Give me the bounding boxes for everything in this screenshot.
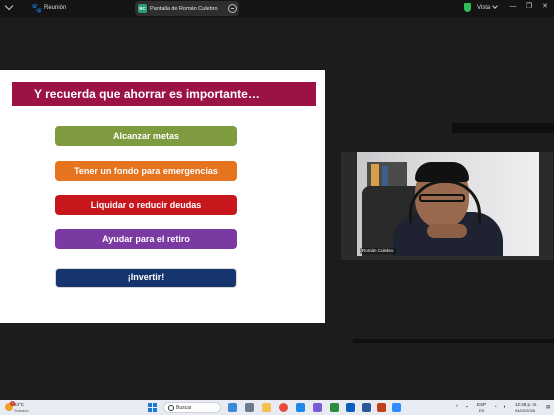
options-icon[interactable] [228, 4, 237, 13]
wifi-icon[interactable]: ◔ [494, 404, 497, 409]
meeting-title: Reunión [44, 5, 67, 11]
panel-divider [452, 123, 554, 133]
screen-share-indicator[interactable]: RC Pantalla de Román Culebro [135, 1, 239, 16]
paw-icon: 🐾 [31, 3, 43, 13]
video-book [371, 164, 379, 186]
slide-item-invertir: ¡Invertir! [55, 268, 237, 288]
slide-item-liquidar-deudas: Liquidar o reducir deudas [55, 195, 237, 215]
teams-icon[interactable] [313, 403, 322, 412]
word-icon[interactable] [362, 403, 371, 412]
screen-share-label: Pantalla de Román Culebro [150, 6, 218, 12]
language-indicator[interactable]: ESP [477, 402, 486, 407]
clock-date: 04/02/2026 [515, 408, 536, 413]
video-person-hair [415, 162, 469, 182]
shared-slide: Y recuerda que ahorrar es importante… Al… [0, 70, 325, 323]
language-sub: ES [479, 408, 485, 413]
weather-desc: Soleado [14, 408, 29, 413]
taskview-icon[interactable] [228, 403, 237, 412]
view-menu-label[interactable]: Vista [477, 4, 490, 12]
shield-icon[interactable] [464, 3, 471, 12]
whatsapp-icon[interactable] [330, 403, 339, 412]
widgets-icon[interactable] [245, 403, 254, 412]
edge-icon[interactable] [296, 403, 305, 412]
chevron-down-icon[interactable] [492, 3, 498, 9]
taskbar: 1 24°C Soleado Buscar ^ ▪ ESP ES ◔ ◖ 12:… [0, 400, 554, 415]
close-button[interactable]: ✕ [540, 2, 550, 12]
notifications-icon[interactable]: ▤ [546, 404, 550, 409]
chevron-up-icon[interactable]: ^ [456, 404, 458, 409]
slide-title: Y recuerda que ahorrar es importante… [12, 82, 316, 106]
slide-item-alcanzar-metas: Alcanzar metas [55, 126, 237, 146]
search-placeholder: Buscar [176, 405, 192, 411]
clock-time[interactable]: 12:48 p. m. [515, 402, 538, 407]
panel-divider [353, 339, 554, 343]
taskbar-search[interactable]: Buscar [163, 402, 221, 413]
powerpoint-icon[interactable] [377, 403, 386, 412]
video-book [382, 166, 388, 186]
file-explorer-icon[interactable] [262, 403, 271, 412]
outlook-icon[interactable] [346, 403, 355, 412]
network-icon[interactable]: ▪ [466, 404, 468, 409]
weather-temp[interactable]: 24°C [14, 402, 24, 407]
search-icon [168, 405, 174, 411]
zoom-icon[interactable] [392, 403, 401, 412]
video-person-hands [427, 224, 467, 238]
slide-item-retiro: Ayudar para el retiro [55, 229, 237, 249]
maximize-button[interactable]: ❐ [524, 2, 534, 12]
chevron-down-icon[interactable] [4, 1, 14, 11]
windows-start-icon[interactable] [148, 403, 157, 412]
chrome-icon[interactable] [279, 403, 288, 412]
participant-name: Román Culebro [360, 248, 396, 254]
avatar: RC [138, 4, 147, 13]
slide-item-fondo-emergencias: Tener un fondo para emergencias [55, 161, 237, 181]
participant-video[interactable]: Román Culebro [357, 152, 539, 256]
minimize-button[interactable]: — [508, 2, 518, 12]
volume-icon[interactable]: ◖ [503, 404, 506, 409]
video-person-glasses [419, 194, 465, 202]
meeting-top-bar: 🐾 Reunión RC Pantalla de Román Culebro V… [0, 0, 554, 17]
